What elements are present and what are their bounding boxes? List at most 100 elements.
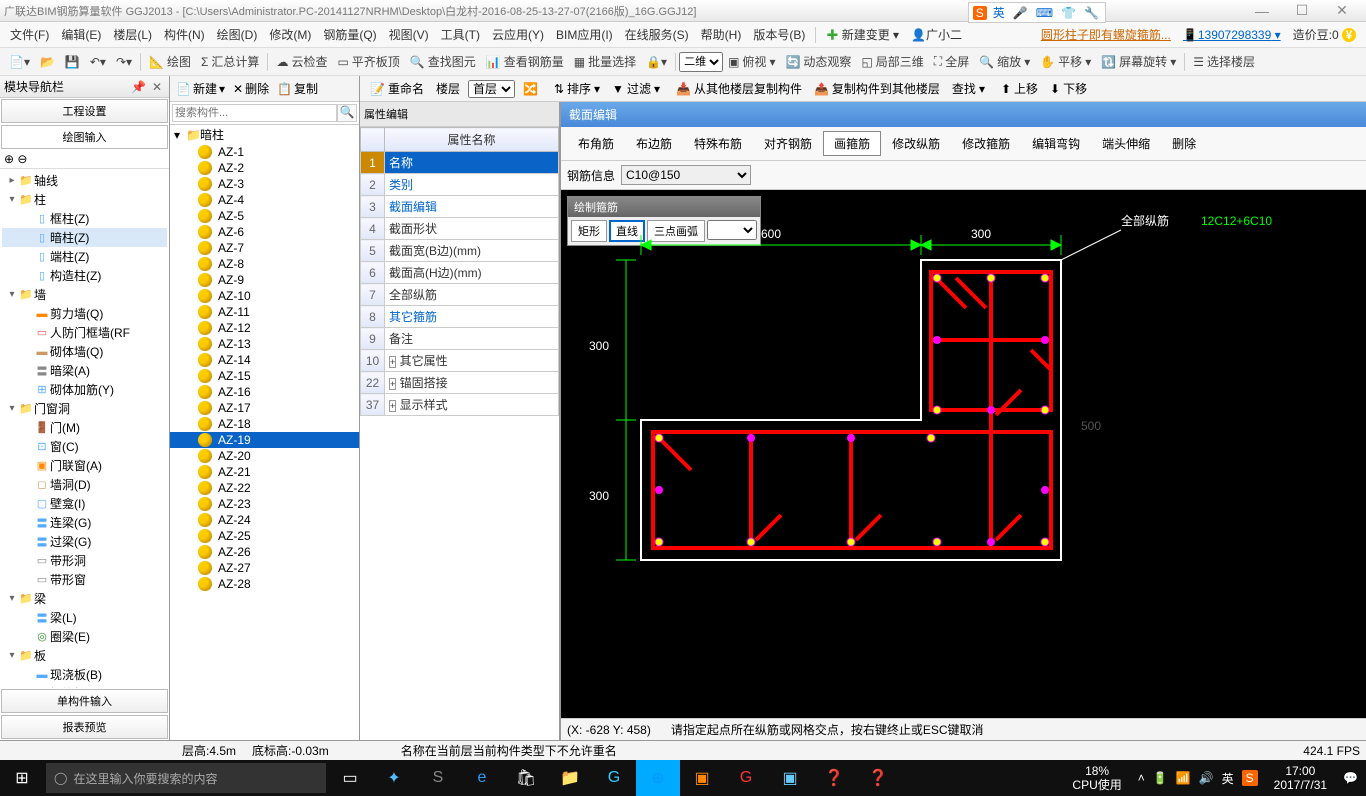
app-icon-2[interactable]: S (416, 760, 460, 796)
component-item[interactable]: AZ-12 (170, 320, 359, 336)
search-button[interactable]: 🔍 (337, 104, 357, 122)
menu-item[interactable]: 构件(N) (158, 28, 211, 42)
tree-node[interactable]: 〓连梁(G) (2, 513, 167, 532)
tray-ime[interactable]: 英 (1222, 770, 1234, 787)
tb-draw[interactable]: 📐绘图 (144, 53, 196, 70)
component-item[interactable]: AZ-15 (170, 368, 359, 384)
app-icon-11[interactable]: ❓ (856, 760, 900, 796)
property-table[interactable]: 属性名称 1名称2类别3截面编辑4截面形状5截面宽(B边)(mm)6截面高(H边… (360, 127, 559, 416)
component-item[interactable]: AZ-4 (170, 192, 359, 208)
rt-floor-select[interactable]: 首层 (468, 80, 515, 98)
canvas-tab[interactable]: 画箍筋 (823, 131, 881, 156)
tree-node[interactable]: ⊞砌体加筋(Y) (2, 380, 167, 399)
property-row[interactable]: 22+ 锚固搭接 (361, 372, 559, 394)
tray-battery-icon[interactable]: 🔋 (1153, 771, 1168, 785)
component-item[interactable]: AZ-18 (170, 416, 359, 432)
rt-down[interactable]: ⬇下移 (1046, 80, 1091, 97)
tree-node[interactable]: ▬现浇板(B) (2, 665, 167, 684)
component-item[interactable]: AZ-24 (170, 512, 359, 528)
draw-area[interactable]: 绘制箍筋 矩形直线三点画弧 (561, 190, 1366, 718)
property-row[interactable]: 9备注 (361, 328, 559, 350)
component-item[interactable]: AZ-11 (170, 304, 359, 320)
component-item[interactable]: AZ-8 (170, 256, 359, 272)
tray-wifi-icon[interactable]: 📶 (1176, 771, 1191, 785)
component-item[interactable]: AZ-14 (170, 352, 359, 368)
tree-node[interactable]: ▸📁轴线 (2, 171, 167, 190)
canvas-tab[interactable]: 修改箍筋 (951, 131, 1021, 156)
app-store-icon[interactable]: 🛍 (504, 760, 548, 796)
component-item[interactable]: AZ-7 (170, 240, 359, 256)
tb-viewsteel[interactable]: 📊查看钢筋量 (481, 53, 569, 70)
property-row[interactable]: 4截面形状 (361, 218, 559, 240)
canvas-tab[interactable]: 编辑弯钩 (1021, 131, 1091, 156)
minimize-button[interactable]: — (1242, 3, 1282, 19)
property-row[interactable]: 2类别 (361, 174, 559, 196)
tree-node[interactable]: ◉螺旋板(B) (2, 684, 167, 688)
canvas-tab[interactable]: 删除 (1161, 131, 1207, 156)
tray-sogou-icon[interactable]: S (1242, 770, 1258, 786)
canvas-tab[interactable]: 布边筋 (625, 131, 683, 156)
rt-copyto[interactable]: 📤复制构件到其他楼层 (810, 80, 944, 97)
tb-open-icon[interactable]: 📂 (35, 55, 60, 69)
tree-collapse-icon[interactable]: ⊖ (17, 152, 27, 166)
app-explorer-icon[interactable]: 📁 (548, 760, 592, 796)
canvas-tab[interactable]: 对齐钢筋 (753, 131, 823, 156)
tree-node[interactable]: ▣门联窗(A) (2, 456, 167, 475)
app-icon-9[interactable]: ▣ (768, 760, 812, 796)
tree-node[interactable]: ▾📁板 (2, 646, 167, 665)
tb-local3d[interactable]: ◱局部三维 (856, 53, 928, 70)
tb-dyn[interactable]: 🔄动态观察 (780, 53, 856, 70)
tree-node[interactable]: ⊡窗(C) (2, 437, 167, 456)
component-item[interactable]: AZ-19 (170, 432, 359, 448)
property-row[interactable]: 1名称 (361, 152, 559, 174)
tab-engineering[interactable]: 工程设置 (1, 99, 168, 123)
menu-item[interactable]: 绘图(D) (211, 28, 264, 42)
rt-find[interactable]: 查找▾ (948, 80, 989, 97)
tb-screenrot[interactable]: 🔃屏幕旋转▾ (1096, 53, 1181, 70)
menu-item[interactable]: 在线服务(S) (619, 28, 695, 42)
tree-node[interactable]: ▯端柱(Z) (2, 247, 167, 266)
tree-node[interactable]: ▯构造柱(Z) (2, 266, 167, 285)
component-item[interactable]: AZ-28 (170, 576, 359, 592)
property-row[interactable]: 37+ 显示样式 (361, 394, 559, 416)
rt-up[interactable]: ⬆上移 (997, 80, 1042, 97)
property-row[interactable]: 8其它箍筋 (361, 306, 559, 328)
canvas-tab[interactable]: 修改纵筋 (881, 131, 951, 156)
app-icon-5[interactable]: G (592, 760, 636, 796)
rt-copyfrom[interactable]: 📥从其他楼层复制构件 (672, 80, 806, 97)
property-row[interactable]: 10+ 其它属性 (361, 350, 559, 372)
tb-batch[interactable]: ▦批量选择 (569, 53, 641, 70)
menu-newchange[interactable]: ✚ 新建变更 ▾ (820, 26, 905, 43)
tray-notifications-icon[interactable]: 💬 (1343, 771, 1358, 785)
component-item[interactable]: AZ-13 (170, 336, 359, 352)
property-row[interactable]: 7全部纵筋 (361, 284, 559, 306)
tree-node[interactable]: ▭带形窗 (2, 570, 167, 589)
comp-copy[interactable]: 📋复制 (274, 80, 321, 97)
app-icon-8[interactable]: G (724, 760, 768, 796)
tb-zoom[interactable]: 🔍缩放▾ (974, 53, 1035, 70)
tb-new-icon[interactable]: 📄▾ (4, 55, 35, 69)
app-icon-1[interactable]: ✦ (372, 760, 416, 796)
tree-node[interactable]: ▬剪力墙(Q) (2, 304, 167, 323)
rt-nav-icon[interactable]: 🔀 (519, 82, 542, 96)
tb-dim-select[interactable]: 二维 (679, 52, 723, 72)
component-item[interactable]: AZ-22 (170, 480, 359, 496)
complist-header[interactable]: ▾📁 暗柱 (170, 125, 359, 144)
property-row[interactable]: 6截面高(H边)(mm) (361, 262, 559, 284)
nav-tree[interactable]: ▸📁轴线▾📁柱▯框柱(Z)▯暗柱(Z)▯端柱(Z)▯构造柱(Z)▾📁墙▬剪力墙(… (0, 169, 169, 688)
ime-lang[interactable]: 英 (991, 4, 1007, 21)
app-icon-10[interactable]: ❓ (812, 760, 856, 796)
component-item[interactable]: AZ-2 (170, 160, 359, 176)
pin-icon[interactable]: 📌 (128, 80, 149, 94)
component-item[interactable]: AZ-27 (170, 560, 359, 576)
tb-undo-icon[interactable]: ↶▾ (85, 55, 111, 69)
menu-item[interactable]: 工具(T) (435, 28, 486, 42)
tb-lock-icon[interactable]: 🔒▾ (641, 55, 672, 69)
menu-item[interactable]: 钢筋量(Q) (317, 28, 382, 42)
component-item[interactable]: AZ-10 (170, 288, 359, 304)
menu-item[interactable]: 修改(M) (263, 28, 317, 42)
ime-keyboard-icon[interactable]: ⌨ (1034, 6, 1055, 20)
canvas-tab[interactable]: 端头伸缩 (1091, 131, 1161, 156)
component-item[interactable]: AZ-5 (170, 208, 359, 224)
ime-wrench-icon[interactable]: 🔧 (1082, 6, 1101, 20)
